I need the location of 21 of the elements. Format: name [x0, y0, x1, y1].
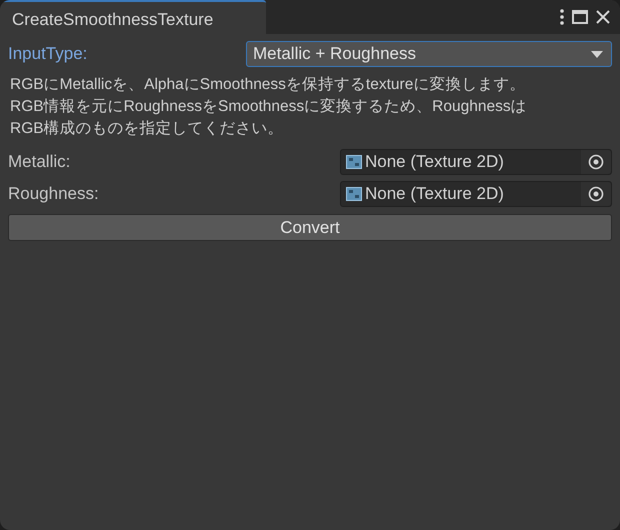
texture-icon [346, 155, 362, 169]
texture-field[interactable]: None (Texture 2D) [340, 181, 612, 207]
texture-field[interactable]: None (Texture 2D) [340, 149, 612, 175]
input-type-label: InputType: [8, 44, 88, 64]
field-label: Roughness: [8, 184, 100, 204]
close-icon[interactable] [596, 10, 610, 24]
target-icon [588, 154, 604, 170]
convert-button[interactable]: Convert [8, 214, 612, 241]
maximize-icon[interactable] [572, 10, 588, 24]
field-label: Metallic: [8, 152, 72, 172]
object-picker-button[interactable] [581, 182, 611, 206]
dropdown-arrow-icon [591, 50, 603, 58]
input-type-dropdown[interactable]: Metallic + Roughness [246, 41, 612, 67]
texture-value: None (Texture 2D) [365, 152, 504, 172]
target-icon [588, 186, 604, 202]
texture-icon [346, 187, 362, 201]
object-picker-button[interactable] [581, 150, 611, 174]
window-tab[interactable]: CreateSmoothnessTexture [0, 0, 266, 34]
more-icon[interactable] [560, 9, 564, 25]
texture-value: None (Texture 2D) [365, 184, 504, 204]
description-text: RGBにMetallicを、AlphaにSmoothnessを保持するtextureに変換します。 RGB情報を元にRoughnessをSmoothnessに変換するため、Roughnessは RGB構成のものを指定してください。 [9, 75, 528, 139]
